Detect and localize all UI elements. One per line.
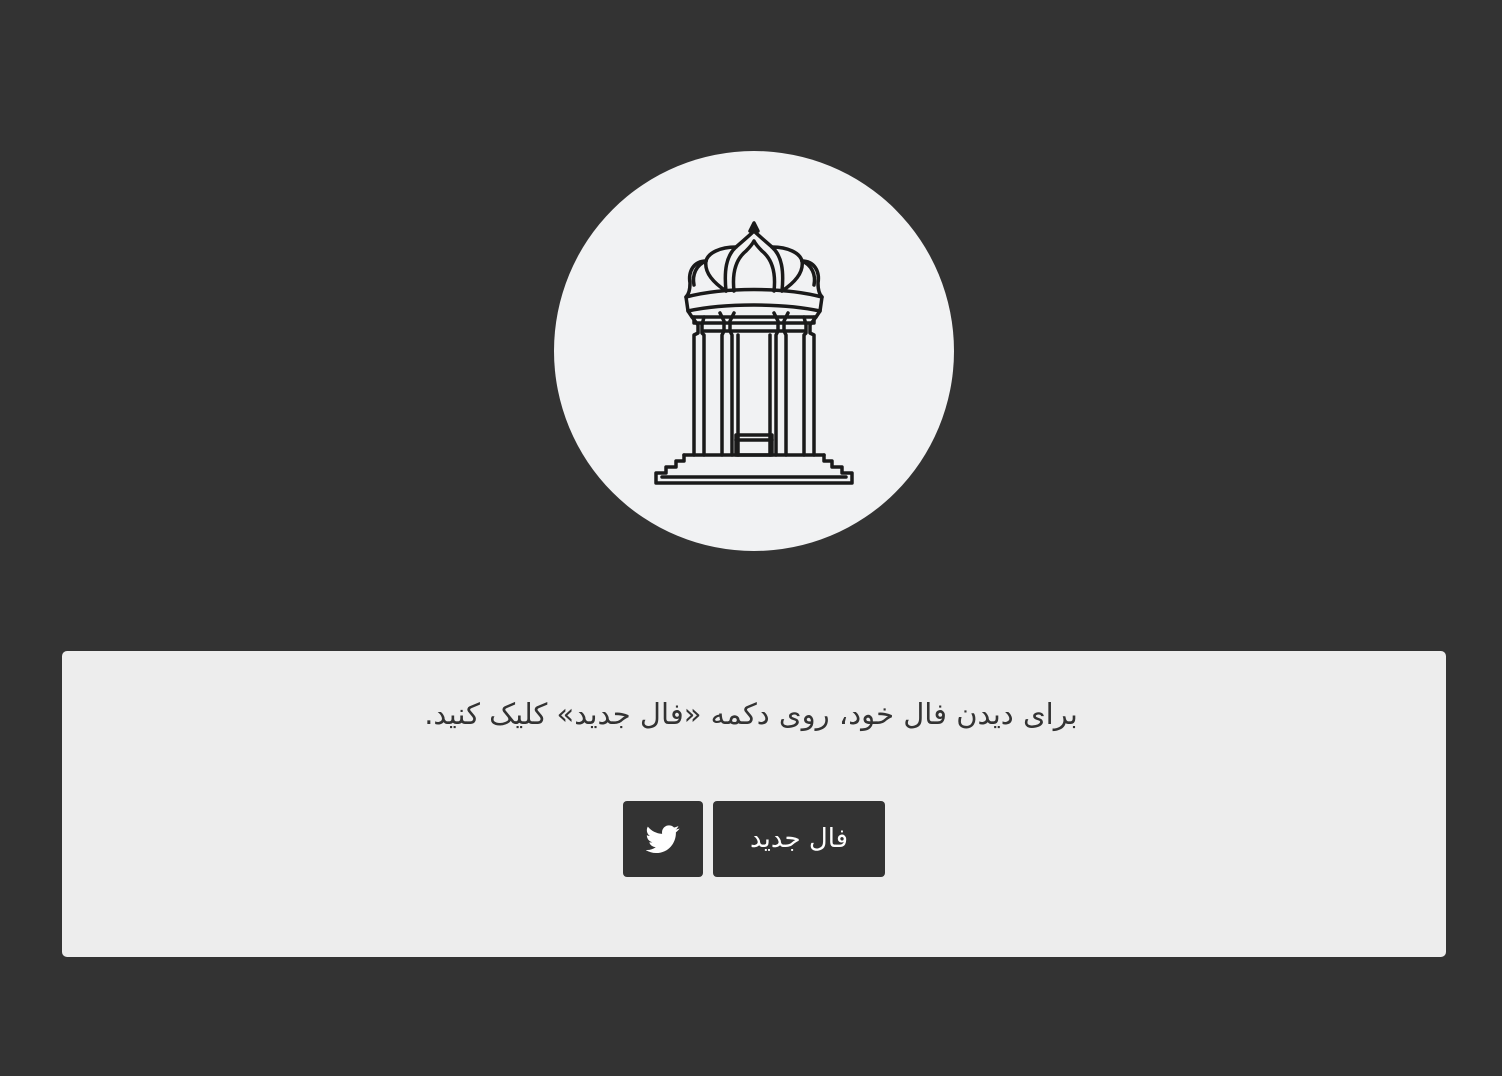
logo bbox=[554, 151, 954, 551]
new-fal-button[interactable]: فال جدید bbox=[713, 801, 885, 877]
twitter-icon bbox=[646, 825, 680, 854]
twitter-share-button[interactable] bbox=[623, 801, 703, 877]
hafez-tomb-icon bbox=[654, 221, 854, 485]
instruction-text: برای دیدن فال خود، روی دکمه «فال جدید» ک… bbox=[424, 697, 1078, 731]
